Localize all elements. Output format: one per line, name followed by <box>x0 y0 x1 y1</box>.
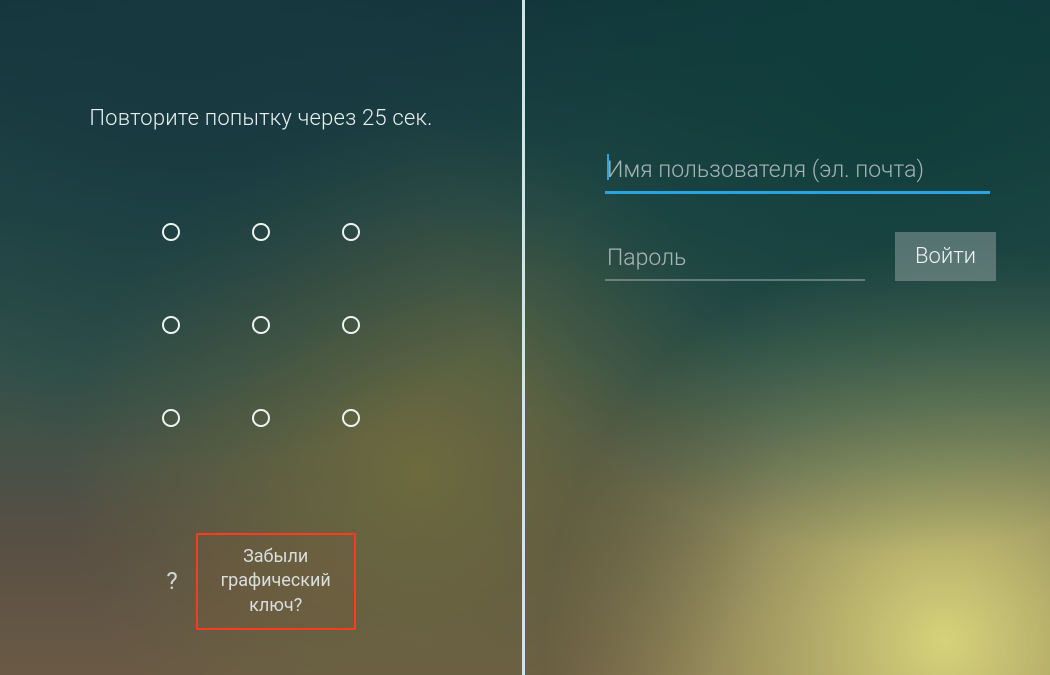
pattern-footer: ? Забыли графический ключ? <box>0 533 522 630</box>
pattern-dot-5[interactable] <box>252 316 270 334</box>
pattern-dot-8[interactable] <box>252 409 270 427</box>
pattern-dot-7[interactable] <box>162 409 180 427</box>
login-form: Войти <box>605 150 990 319</box>
username-field-wrap[interactable] <box>605 150 990 194</box>
two-panel-lockscreen: Повторите попытку через 25 сек. ? Забыли… <box>0 0 1050 675</box>
pattern-dot-6[interactable] <box>342 316 360 334</box>
account-login-pane: Войти <box>525 0 1050 675</box>
forgot-pattern-button[interactable]: Забыли графический ключ? <box>196 533 356 630</box>
password-input[interactable] <box>605 238 865 281</box>
retry-message: Повторите попытку через 25 сек. <box>0 106 522 131</box>
pattern-grid[interactable] <box>126 185 396 465</box>
help-icon[interactable]: ? <box>166 567 177 595</box>
pattern-dot-4[interactable] <box>162 316 180 334</box>
login-button[interactable]: Войти <box>895 232 996 281</box>
pattern-dot-9[interactable] <box>342 409 360 427</box>
username-row <box>605 150 990 194</box>
username-input[interactable] <box>605 150 990 194</box>
pattern-dot-3[interactable] <box>342 223 360 241</box>
password-row: Войти <box>605 232 990 281</box>
pattern-dot-1[interactable] <box>162 223 180 241</box>
pattern-lock-pane: Повторите попытку через 25 сек. ? Забыли… <box>0 0 525 675</box>
pattern-dot-2[interactable] <box>252 223 270 241</box>
